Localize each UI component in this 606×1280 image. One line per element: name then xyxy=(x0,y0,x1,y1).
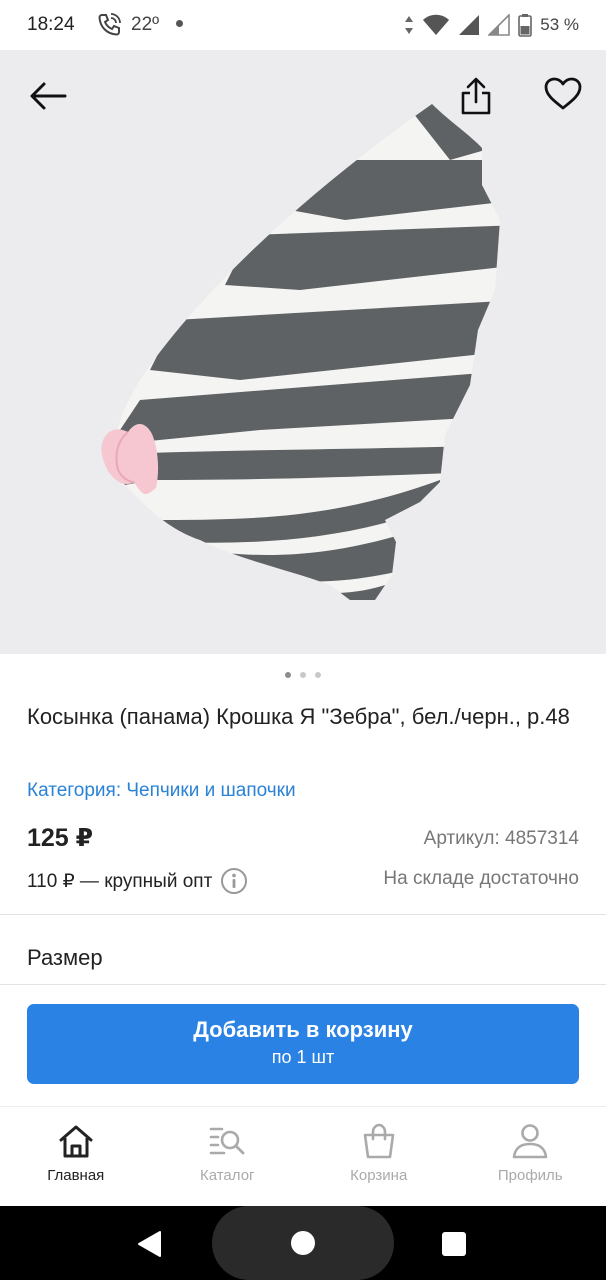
product-image xyxy=(0,50,606,654)
add-to-cart-quantity: по 1 шт xyxy=(271,1047,335,1067)
battery-percent: 53 % xyxy=(540,15,579,34)
pager-dot[interactable] xyxy=(315,672,321,678)
bottom-navigation: Главная Каталог Корзина Профиль xyxy=(0,1106,606,1206)
add-to-cart-label: Добавить в корзину xyxy=(193,1017,413,1042)
battery-icon xyxy=(518,14,533,37)
arrow-left-icon xyxy=(30,82,67,110)
product-title: Косынка (панама) Крошка Я "Зебра", бел./… xyxy=(27,704,570,729)
tab-profile[interactable]: Профиль xyxy=(455,1107,606,1206)
back-button[interactable] xyxy=(22,74,74,118)
home-icon xyxy=(59,1125,93,1158)
shopping-bag-icon xyxy=(363,1123,395,1159)
system-icons: 53 % xyxy=(404,10,606,40)
status-bar: 18:24 22º 53 % xyxy=(0,0,606,50)
system-back-icon[interactable] xyxy=(136,1230,162,1258)
tab-cart[interactable]: Корзина xyxy=(303,1107,455,1206)
system-home-button[interactable] xyxy=(212,1206,394,1280)
tab-catalog-label: Каталог xyxy=(199,1167,255,1184)
cell-signal-icon xyxy=(459,15,480,35)
system-home-icon xyxy=(291,1231,315,1255)
tab-home-label: Главная xyxy=(47,1167,105,1184)
tab-profile-label: Профиль xyxy=(497,1167,563,1184)
product-gallery[interactable] xyxy=(0,50,606,654)
info-icon[interactable] xyxy=(220,867,248,895)
product-sku: Артикул: 4857314 xyxy=(423,828,579,849)
share-icon xyxy=(461,77,491,115)
notification-dot xyxy=(176,20,183,27)
status-temperature: 22º xyxy=(131,14,160,35)
category-link[interactable]: Категория: Чепчики и шапочки xyxy=(27,780,296,802)
tab-cart-label: Корзина xyxy=(350,1167,408,1184)
gallery-pager xyxy=(0,668,606,682)
share-button[interactable] xyxy=(452,72,500,120)
tab-catalog[interactable]: Каталог xyxy=(152,1107,304,1206)
profile-icon xyxy=(512,1124,548,1159)
data-arrows-icon xyxy=(405,16,414,34)
wholesale-price-text: 110 ₽ — крупный опт xyxy=(27,870,213,892)
size-section-label: Размер xyxy=(27,945,103,970)
heart-outline-icon xyxy=(544,77,582,110)
wholesale-price: 110 ₽ — крупный опт xyxy=(27,866,248,896)
catalog-search-icon xyxy=(209,1127,245,1155)
tab-home[interactable]: Главная xyxy=(0,1107,152,1206)
favorite-button[interactable] xyxy=(539,70,587,118)
divider xyxy=(0,984,606,985)
add-to-cart-button[interactable]: Добавить в корзину по 1 шт xyxy=(27,1004,579,1084)
divider xyxy=(0,914,606,915)
status-time: 18:24 xyxy=(27,14,75,35)
stock-status: На складе достаточно xyxy=(383,868,579,889)
cell-signal-weak-icon xyxy=(488,14,511,36)
system-recents-icon[interactable] xyxy=(442,1232,466,1256)
product-price: 125 ₽ xyxy=(27,824,94,852)
pager-dot-active[interactable] xyxy=(285,672,291,678)
system-navigation-bar xyxy=(0,1206,606,1280)
pager-dot[interactable] xyxy=(300,672,306,678)
wifi-icon xyxy=(423,14,450,35)
wifi-call-icon xyxy=(98,13,121,36)
